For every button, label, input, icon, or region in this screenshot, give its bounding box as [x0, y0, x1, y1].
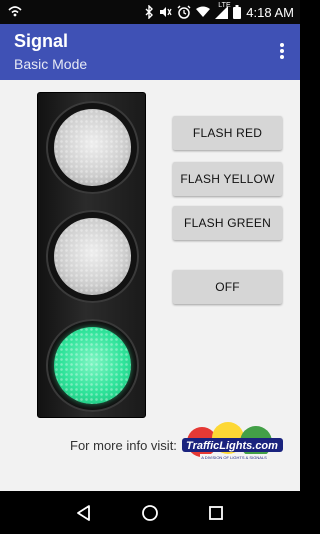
app-subtitle: Basic Mode	[14, 56, 88, 72]
lamp-lens	[54, 109, 131, 186]
alarm-icon	[177, 5, 191, 19]
signal-lamp-top	[46, 101, 139, 194]
recents-icon[interactable]	[207, 504, 225, 522]
overflow-menu-icon[interactable]	[274, 40, 290, 62]
info-text: For more info visit:	[70, 438, 177, 453]
app-bar: Signal Basic Mode	[0, 24, 300, 80]
signal-lamp-bottom	[46, 319, 139, 412]
notification-icon	[7, 4, 23, 18]
battery-icon	[233, 5, 242, 19]
traffic-signal	[37, 92, 146, 418]
cellular-signal-icon: LTE	[215, 2, 231, 19]
svg-text:TrafficLights.com: TrafficLights.com	[186, 440, 278, 452]
lamp-lens	[54, 327, 131, 404]
signal-lamp-middle	[46, 210, 139, 303]
app-title: Signal	[14, 31, 69, 51]
back-icon[interactable]	[75, 504, 93, 522]
flash-green-button[interactable]: FLASH GREEN	[173, 206, 282, 240]
home-icon[interactable]	[141, 504, 159, 522]
navigation-bar	[0, 491, 300, 534]
status-bar: LTE 4:18 AM	[0, 0, 300, 24]
wifi-icon	[196, 6, 211, 18]
off-button[interactable]: OFF	[173, 270, 282, 304]
bluetooth-icon	[145, 5, 154, 19]
mute-icon	[159, 5, 172, 19]
lamp-lens	[54, 218, 131, 295]
svg-text:A DIVISION OF LIGHTS & SIGNALS: A DIVISION OF LIGHTS & SIGNALS	[201, 455, 267, 460]
flash-red-button[interactable]: FLASH RED	[173, 116, 282, 150]
network-type-label: LTE	[218, 1, 231, 9]
main-content: FLASH RED FLASH YELLOW FLASH GREEN OFF F…	[0, 80, 300, 491]
status-time: 4:18 AM	[246, 4, 294, 20]
flash-yellow-button[interactable]: FLASH YELLOW	[173, 162, 282, 196]
trafficlights-logo[interactable]: TrafficLights.com A DIVISION OF LIGHTS &…	[180, 420, 285, 466]
